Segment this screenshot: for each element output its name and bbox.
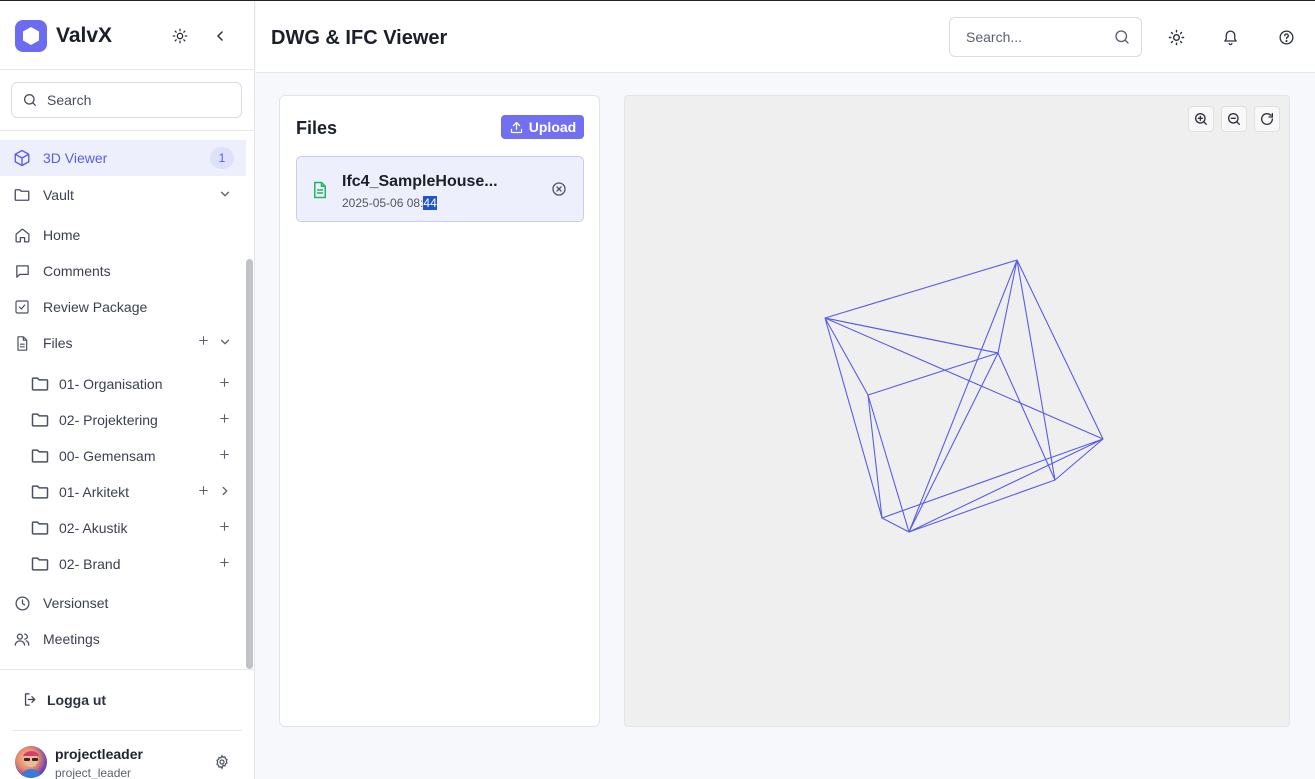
add-plus-icon[interactable] bbox=[197, 334, 210, 352]
count-badge: 1 bbox=[210, 147, 234, 169]
add-plus-icon[interactable] bbox=[218, 448, 231, 466]
header-search-input[interactable]: Search... bbox=[949, 17, 1142, 57]
search-icon bbox=[24, 94, 36, 106]
folder-icon bbox=[31, 485, 49, 499]
folder-item-02-projektering[interactable]: 02- Projektering bbox=[0, 402, 246, 438]
document-file-icon bbox=[314, 181, 326, 199]
file-date: 2025-05-06 08:44 bbox=[342, 196, 437, 210]
3d-viewer-canvas[interactable] bbox=[624, 95, 1290, 727]
sidebar-divider bbox=[12, 730, 242, 731]
folder-item-02-akustik[interactable]: 02- Akustik bbox=[0, 510, 246, 546]
folder-item-01-arkitekt[interactable]: 01- Arkitekt bbox=[0, 474, 246, 510]
sidebar-item-comments[interactable]: Comments bbox=[0, 253, 246, 289]
notification-bell-icon[interactable] bbox=[1218, 25, 1242, 49]
folder-icon bbox=[31, 557, 49, 571]
user-role: project_leader bbox=[55, 766, 132, 779]
folder-label: 02- Akustik bbox=[59, 520, 128, 536]
zoom-in-icon[interactable] bbox=[1188, 106, 1214, 132]
sidebar-item-label: Versionset bbox=[43, 595, 109, 611]
folder-icon bbox=[31, 377, 49, 391]
chevron-right-icon[interactable] bbox=[218, 484, 232, 503]
3d-model-wireframe[interactable] bbox=[625, 96, 1290, 727]
add-plus-icon[interactable] bbox=[218, 376, 231, 394]
sidebar-item-label: Meetings bbox=[43, 631, 100, 647]
folder-item-00-gemensam[interactable]: 00- Gemensam bbox=[0, 438, 246, 474]
folder-icon bbox=[31, 521, 49, 535]
sidebar-item-label: Vault bbox=[43, 187, 74, 203]
sidebar-scrollbar[interactable] bbox=[246, 259, 253, 669]
checkbox-icon bbox=[12, 297, 32, 317]
sidebar-item-meetings[interactable]: Meetings bbox=[0, 621, 246, 657]
folder-icon bbox=[12, 185, 32, 205]
file-list-item[interactable]: Ifc4_SampleHouse... 2025-05-06 08:44 bbox=[296, 156, 584, 222]
settings-gear-icon[interactable] bbox=[210, 750, 234, 774]
sidebar-item-label: Comments bbox=[43, 263, 111, 279]
file-icon bbox=[12, 333, 32, 353]
files-panel-title: Files bbox=[296, 118, 338, 138]
folder-label: 02- Brand bbox=[59, 556, 121, 572]
sidebar-item-review-package[interactable]: Review Package bbox=[0, 289, 246, 325]
folder-icon bbox=[31, 449, 49, 463]
folder-item-02-brand[interactable]: 02- Brand bbox=[0, 546, 246, 582]
add-plus-icon[interactable] bbox=[218, 520, 231, 538]
folder-label: 01- Organisation bbox=[59, 376, 163, 392]
folder-label: 00- Gemensam bbox=[59, 448, 156, 464]
collapse-sidebar-chevron-left-icon[interactable] bbox=[208, 24, 232, 48]
sidebar-search-input[interactable]: Search bbox=[11, 82, 242, 118]
logout-label: Logga ut bbox=[47, 691, 107, 708]
top-header: DWG & IFC Viewer Search... bbox=[256, 1, 1315, 73]
zoom-out-icon[interactable] bbox=[1221, 106, 1247, 132]
clock-icon bbox=[12, 593, 32, 613]
app-name: ValvX bbox=[56, 24, 113, 47]
remove-file-close-icon[interactable] bbox=[551, 181, 567, 197]
folder-label: 01- Arkitekt bbox=[59, 484, 130, 500]
cube-icon bbox=[12, 148, 32, 168]
add-plus-icon[interactable] bbox=[197, 484, 210, 502]
sidebar-divider bbox=[0, 669, 254, 670]
users-icon bbox=[12, 629, 32, 649]
header-search-placeholder: Search... bbox=[966, 29, 1023, 45]
chevron-down-icon[interactable] bbox=[218, 187, 232, 206]
upload-button[interactable]: Upload bbox=[501, 115, 584, 139]
chevron-down-icon[interactable] bbox=[218, 335, 232, 354]
folder-item-01-organisation[interactable]: 01- Organisation bbox=[0, 366, 246, 402]
search-icon bbox=[1115, 30, 1129, 44]
sidebar-item-label: Home bbox=[43, 227, 81, 243]
file-name: Ifc4_SampleHouse... bbox=[342, 173, 498, 190]
sidebar-divider bbox=[0, 69, 254, 70]
sidebar-item-home[interactable]: Home bbox=[0, 217, 246, 253]
sidebar-item-label: Review Package bbox=[43, 299, 148, 315]
folder-label: 02- Projektering bbox=[59, 412, 158, 428]
add-plus-icon[interactable] bbox=[218, 556, 231, 574]
sidebar: ValvX Search 3D Viewer 1 Vault Home Comm… bbox=[0, 1, 255, 779]
files-panel: Files Upload Ifc4_SampleHouse... 2025-05… bbox=[279, 95, 600, 727]
sidebar-item-label: 3D Viewer bbox=[43, 150, 108, 166]
home-icon bbox=[12, 225, 32, 245]
reset-view-refresh-icon[interactable] bbox=[1254, 106, 1280, 132]
comment-icon bbox=[12, 261, 32, 281]
brand[interactable]: ValvX bbox=[15, 20, 112, 52]
upload-label: Upload bbox=[528, 119, 577, 135]
logout-button[interactable]: Logga ut bbox=[22, 691, 106, 708]
logo-hexagon-icon bbox=[15, 20, 47, 52]
sidebar-item-versionset[interactable]: Versionset bbox=[0, 585, 246, 621]
sidebar-item-3d-viewer[interactable]: 3D Viewer 1 bbox=[0, 140, 246, 176]
help-question-icon[interactable] bbox=[1274, 25, 1298, 49]
theme-sun-icon[interactable] bbox=[1164, 25, 1188, 49]
page-title: DWG & IFC Viewer bbox=[271, 27, 448, 49]
sidebar-divider bbox=[0, 130, 254, 131]
upload-icon bbox=[510, 121, 522, 133]
avatar bbox=[15, 746, 47, 778]
sidebar-search-label: Search bbox=[47, 92, 92, 108]
add-plus-icon[interactable] bbox=[218, 412, 231, 430]
theme-toggle-sun-icon[interactable] bbox=[168, 24, 192, 48]
sidebar-item-files[interactable]: Files bbox=[0, 325, 246, 361]
logout-icon bbox=[24, 693, 36, 706]
sidebar-item-vault[interactable]: Vault bbox=[0, 177, 246, 213]
sidebar-item-label: Files bbox=[43, 335, 73, 351]
user-name: projectleader bbox=[55, 746, 143, 762]
folder-icon bbox=[31, 413, 49, 427]
